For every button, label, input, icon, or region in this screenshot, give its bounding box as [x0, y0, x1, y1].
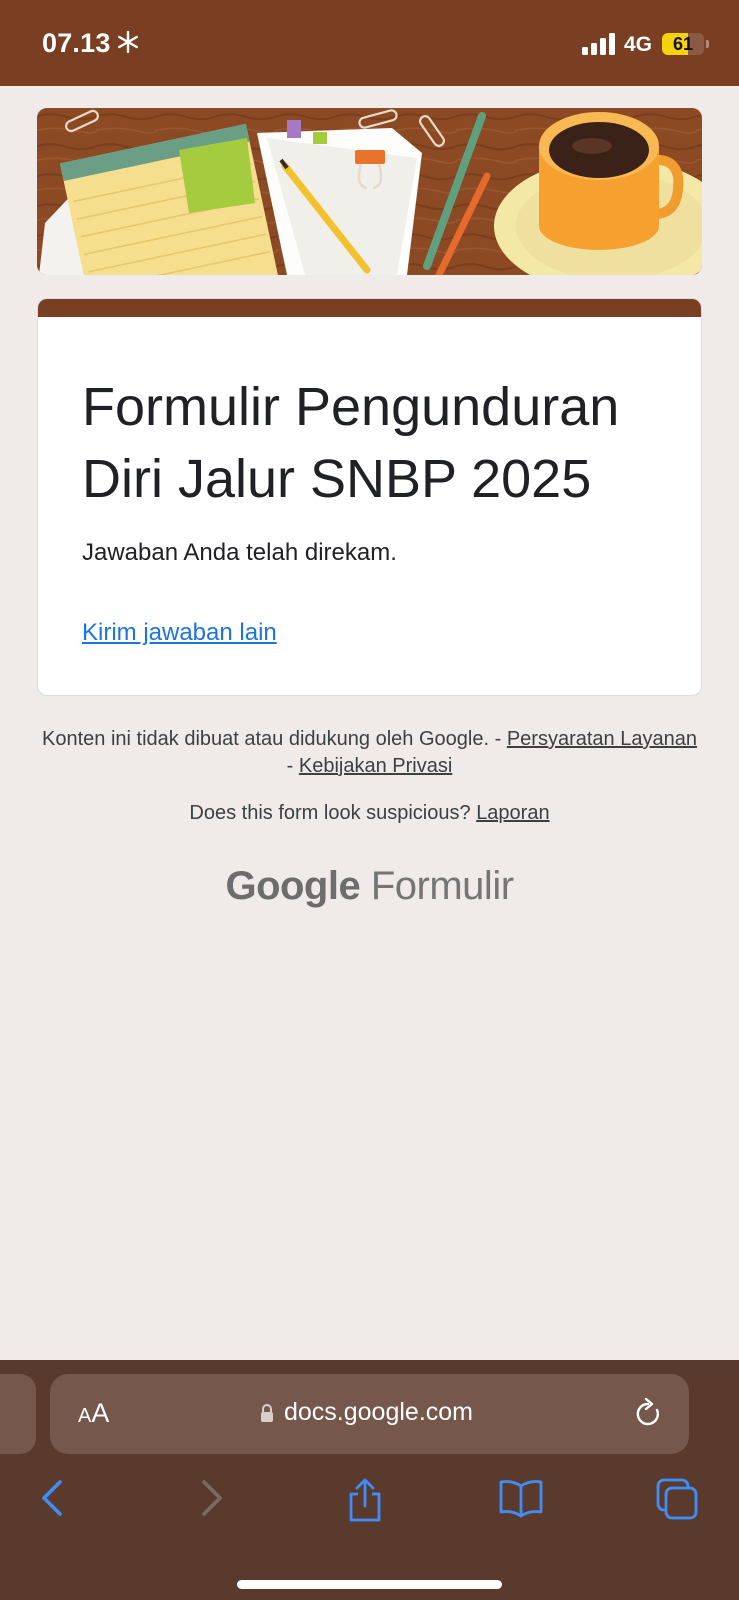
confirmation-message: Jawaban Anda telah direkam. — [82, 539, 397, 566]
battery-tip — [706, 40, 709, 48]
privacy-policy-link[interactable]: Kebijakan Privasi — [299, 755, 452, 777]
google-wordmark: Google — [225, 864, 361, 908]
lock-icon — [261, 1404, 273, 1422]
snowflake-icon — [118, 31, 138, 53]
aa-small-letter: A — [78, 1405, 92, 1427]
bookmarks-icon[interactable] — [498, 1478, 544, 1518]
battery-level: 61 — [672, 34, 694, 54]
terms-of-service-link[interactable]: Persyaratan Layanan — [507, 728, 697, 750]
share-icon[interactable] — [345, 1478, 385, 1522]
back-arrow-icon[interactable] — [38, 1478, 68, 1518]
desk-illustration — [37, 108, 702, 275]
footer-separator: - — [494, 728, 502, 750]
previous-tab-preview[interactable] — [0, 1374, 36, 1454]
signal-strength-icon — [582, 33, 615, 55]
url-text: docs.google.com — [284, 1398, 474, 1426]
footer-separator: - — [286, 755, 294, 777]
home-indicator[interactable] — [237, 1580, 502, 1589]
form-title: Formulir Pengunduran Diri Jalur SNBP 202… — [82, 377, 620, 509]
status-bar: 07.13 4G 61 — [0, 0, 739, 86]
forward-arrow-icon[interactable] — [196, 1478, 226, 1518]
report-link[interactable]: Laporan — [476, 802, 549, 824]
disclaimer-text: Konten ini tidak dibuat atau didukung ol… — [42, 728, 490, 750]
browser-bottom-bar: AA docs.google.com — [0, 1360, 739, 1600]
aa-big-letter: A — [91, 1398, 110, 1428]
suspicious-form-notice: Does this form look suspicious? Laporan — [40, 802, 699, 825]
reload-icon[interactable] — [634, 1398, 664, 1430]
google-forms-logo[interactable]: Google Formulir — [0, 864, 739, 909]
tabs-icon[interactable] — [656, 1478, 700, 1520]
address-bar[interactable]: AA docs.google.com — [50, 1374, 689, 1454]
status-time: 07.13 — [42, 28, 111, 58]
submit-another-response-link[interactable]: Kirim jawaban lain — [82, 619, 277, 647]
network-type: 4G — [624, 33, 653, 56]
forms-wordmark: Formulir — [370, 864, 514, 908]
form-card: Formulir Pengunduran Diri Jalur SNBP 202… — [37, 298, 702, 696]
page-settings-button[interactable]: AA — [78, 1398, 109, 1429]
battery-indicator: 61 — [662, 33, 704, 55]
suspicious-question: Does this form look suspicious? — [189, 802, 471, 824]
footer-disclaimer: Konten ini tidak dibuat atau didukung ol… — [40, 726, 699, 780]
card-accent-bar — [38, 299, 701, 317]
form-header-image — [37, 108, 702, 275]
